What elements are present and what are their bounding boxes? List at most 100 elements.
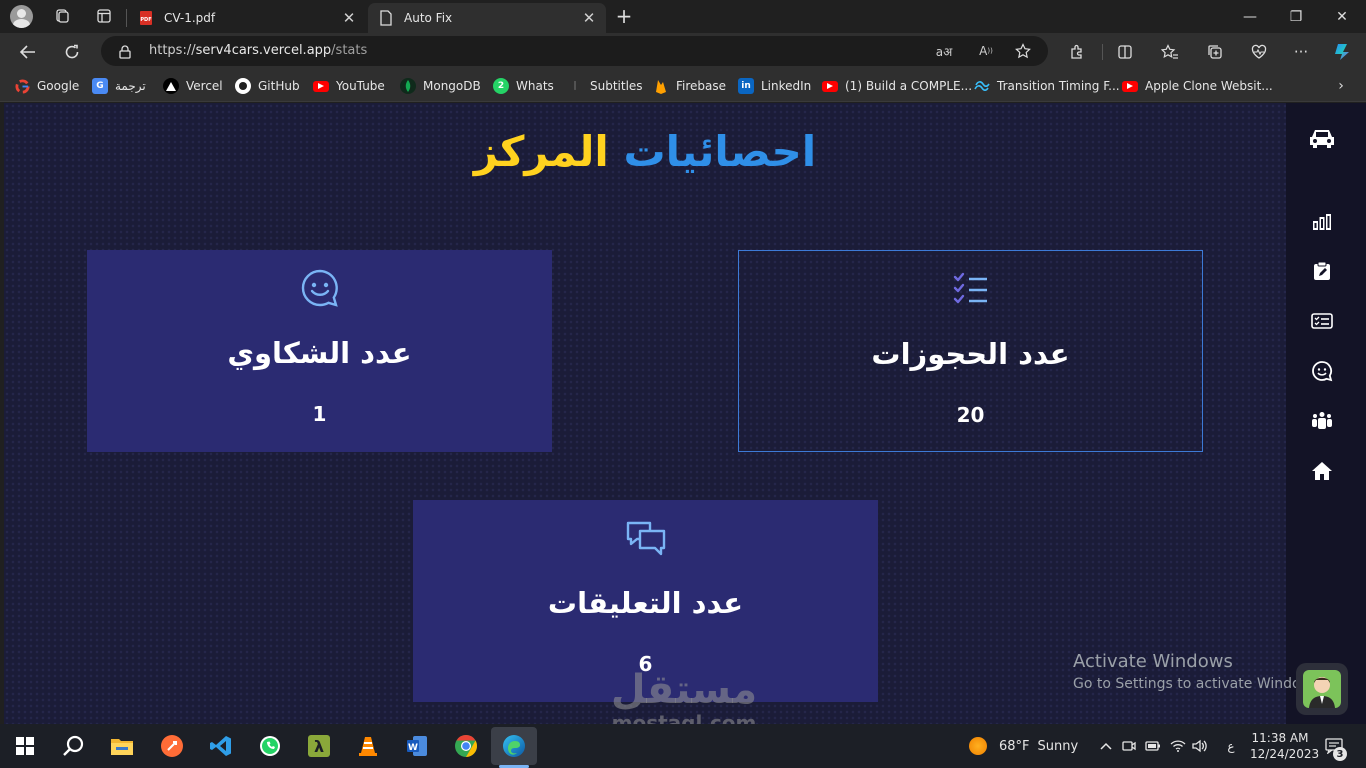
edge-icon[interactable] [491, 727, 537, 765]
stats-icon[interactable] [1309, 209, 1335, 235]
bookmark-translate[interactable]: G ترجمة [92, 77, 146, 95]
favorites-icon[interactable] [1159, 41, 1181, 63]
close-tab-icon[interactable]: ✕ [338, 7, 360, 29]
vercel-icon [163, 78, 179, 94]
comments-card: عدد التعليقات 6 [413, 500, 878, 702]
github-icon [235, 78, 251, 94]
firebase-icon [653, 78, 669, 94]
bookmark-apple-clone[interactable]: Apple Clone Websit... [1122, 77, 1273, 95]
chrome-icon[interactable] [451, 731, 481, 761]
file-explorer-icon[interactable] [107, 731, 137, 761]
bookings-card: عدد الحجوزات 20 [738, 250, 1203, 452]
copilot-icon[interactable] [1331, 41, 1353, 63]
bookmark-mongodb[interactable]: MongoDB [400, 77, 481, 95]
tab-separator [126, 9, 127, 27]
checklist-icon [739, 269, 1202, 309]
close-window-button[interactable]: ✕ [1320, 0, 1364, 33]
performance-heart-icon[interactable] [1248, 41, 1270, 63]
bookmark-subtitles[interactable]: | Subtitles [567, 77, 642, 95]
tab-title: CV-1.pdf [164, 11, 216, 25]
chevron-up-icon[interactable] [1097, 737, 1115, 755]
sidebar [1286, 103, 1366, 724]
edit-clipboard-icon[interactable] [1309, 258, 1335, 284]
extensions-icon[interactable] [1066, 41, 1088, 63]
minimize-button[interactable]: — [1228, 0, 1272, 33]
comments-count: 6 [638, 652, 653, 676]
lock-icon[interactable] [119, 44, 131, 63]
workspaces-icon[interactable] [52, 6, 72, 26]
restore-button[interactable]: ❐ [1274, 0, 1318, 33]
refresh-button[interactable] [59, 39, 85, 65]
bookings-label: عدد الحجوزات [871, 337, 1070, 371]
address-bar[interactable]: https://serv4cars.vercel.app/stats aअ A)… [101, 36, 1048, 66]
svg-text:λ: λ [314, 737, 324, 756]
volume-icon[interactable] [1191, 737, 1209, 755]
bookmark-vercel[interactable]: Vercel [163, 77, 223, 95]
vscode-icon[interactable] [206, 731, 236, 761]
weather-widget[interactable]: 68°F Sunny [969, 737, 1078, 755]
windows-start-icon[interactable] [10, 731, 40, 761]
bookmark-google[interactable]: Google [14, 77, 79, 95]
more-options-icon[interactable]: ··· [1290, 41, 1312, 63]
favorite-star-icon[interactable] [1014, 42, 1032, 60]
webcam-icon[interactable] [1120, 737, 1138, 755]
navigation-bar: https://serv4cars.vercel.app/stats aअ A)… [0, 33, 1366, 70]
search-icon[interactable] [58, 731, 88, 761]
whatsapp-desktop-icon[interactable] [255, 731, 285, 761]
notification-count-badge: 3 [1333, 747, 1347, 761]
close-tab-icon[interactable]: ✕ [578, 7, 600, 29]
google-icon [14, 78, 30, 94]
wifi-icon[interactable] [1169, 737, 1187, 755]
toolbar-separator [1102, 44, 1103, 60]
language-indicator[interactable]: ع [1222, 737, 1240, 755]
chat-icon[interactable] [1309, 358, 1335, 384]
complaints-count: 1 [312, 402, 327, 426]
chevron-right-icon[interactable]: › [1333, 77, 1349, 95]
collections-icon[interactable] [1204, 41, 1226, 63]
battery-icon[interactable] [1144, 737, 1162, 755]
whatsapp-icon: 2 [493, 78, 509, 94]
new-tab-button[interactable]: + [612, 4, 636, 28]
home-icon[interactable] [1309, 458, 1335, 484]
bookmark-build-complete[interactable]: (1) Build a COMPLE... [822, 77, 972, 95]
comments-icon [413, 518, 878, 558]
bookmark-github[interactable]: GitHub [235, 77, 300, 95]
word-icon[interactable]: W [402, 731, 432, 761]
mongodb-icon [400, 78, 416, 94]
url-text[interactable]: https://serv4cars.vercel.app/stats [149, 43, 367, 58]
page-title: احصائيات المركز [473, 127, 817, 176]
comments-label: عدد التعليقات [547, 586, 744, 620]
vlc-icon[interactable] [353, 731, 383, 761]
read-aloud-icon[interactable]: A)) [977, 42, 995, 60]
smile-chat-icon [87, 268, 552, 308]
bookmark-transition-timing[interactable]: Transition Timing F... [974, 77, 1120, 95]
system-clock[interactable]: 11:38 AM 12/24/2023 [1250, 730, 1319, 762]
pdf-icon: PDF [138, 10, 154, 26]
tab-strip: PDF CV-1.pdf ✕ Auto Fix ✕ + — ❐ ✕ [0, 0, 1366, 33]
youtube-icon [822, 80, 838, 92]
complaints-label: عدد الشكاوي [227, 336, 412, 370]
back-button[interactable] [15, 39, 41, 65]
list-icon[interactable] [1309, 308, 1335, 334]
bookmark-youtube[interactable]: YouTube [313, 77, 385, 95]
translate-page-icon[interactable]: aअ [935, 42, 953, 60]
postman-icon[interactable] [157, 731, 187, 761]
bookmark-firebase[interactable]: Firebase [653, 77, 726, 95]
stats-page: احصائيات المركز عدد الشكاوي 1 عدد الحجوز… [4, 103, 1286, 724]
tab-actions-icon[interactable] [94, 6, 114, 26]
complaints-card: عدد الشكاوي 1 [87, 250, 552, 452]
split-screen-icon[interactable] [1114, 41, 1136, 63]
lambda-app-icon[interactable]: λ [304, 731, 334, 761]
chat-widget-avatar[interactable] [1296, 663, 1348, 715]
bookmark-whatsapp[interactable]: 2 Whats [493, 77, 554, 95]
tab-auto-fix[interactable]: Auto Fix ✕ [368, 3, 606, 33]
youtube-icon [313, 80, 329, 92]
bookmark-linkedin[interactable]: in LinkedIn [738, 77, 811, 95]
activate-windows-notice: Activate Windows Go to Settings to activ… [1073, 651, 1324, 692]
sun-icon [969, 737, 987, 755]
profile-avatar[interactable] [10, 5, 33, 28]
teams-icon[interactable] [1309, 408, 1335, 434]
car-logo-icon[interactable] [1307, 125, 1337, 151]
tab-cv-pdf[interactable]: PDF CV-1.pdf ✕ [128, 3, 366, 33]
svg-text:W: W [408, 743, 418, 753]
